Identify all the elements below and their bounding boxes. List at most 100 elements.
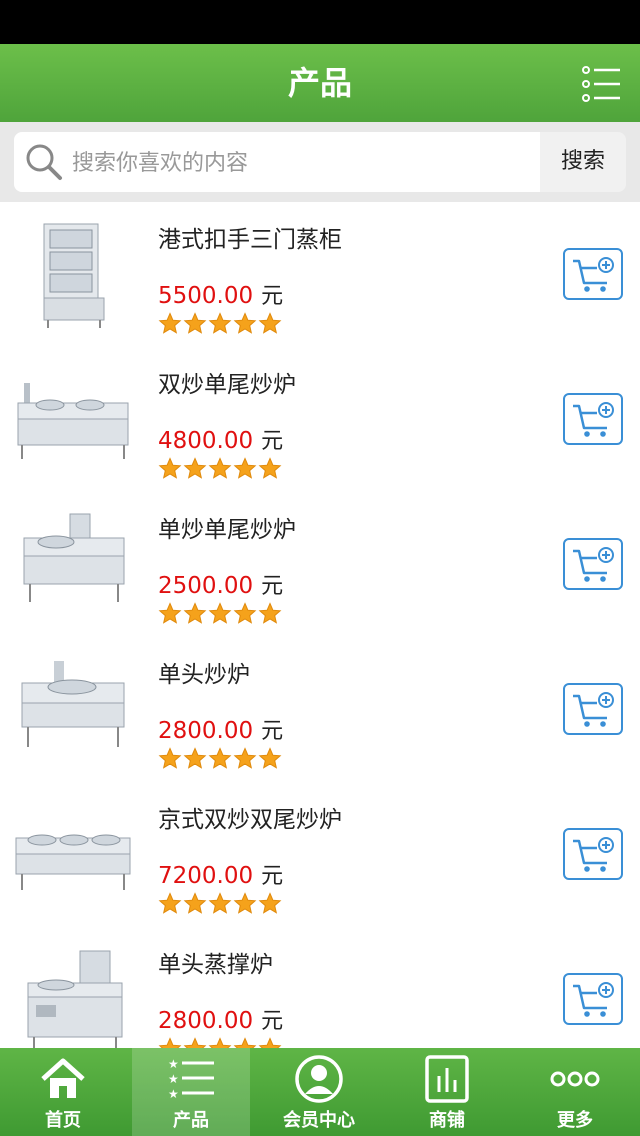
list-icon: ★ ★ ★ xyxy=(168,1057,214,1101)
product-name[interactable]: 港式扣手三门蒸柜 xyxy=(158,220,342,254)
product-item[interactable]: 港式扣手三门蒸柜 5500.00 元 xyxy=(0,202,640,349)
more-icon xyxy=(550,1071,600,1087)
star-rating xyxy=(158,747,283,771)
price-row: 4800.00 元 xyxy=(158,423,283,455)
star-icon xyxy=(233,457,257,479)
menu-button[interactable] xyxy=(582,64,622,104)
star-rating xyxy=(158,312,283,336)
star-icon xyxy=(183,602,207,624)
product-name[interactable]: 单头炒炉 xyxy=(158,655,250,689)
product-price: 5500.00 xyxy=(158,283,254,309)
star-icon xyxy=(258,892,282,914)
star-icon xyxy=(258,312,282,334)
product-name[interactable]: 双炒单尾炒炉 xyxy=(158,365,296,399)
tab-products[interactable]: ★ ★ ★ 产品 xyxy=(132,1048,250,1136)
star-icon xyxy=(158,602,182,624)
stove-image xyxy=(21,661,125,747)
bottom-tab-bar: 首页 ★ ★ ★ 产品 会员中心 商铺 更多 xyxy=(0,1048,640,1136)
star-icon xyxy=(208,602,232,624)
price-row: 5500.00 元 xyxy=(158,278,283,310)
stove-image xyxy=(27,950,123,1048)
search-input[interactable] xyxy=(70,132,534,194)
star-rating xyxy=(158,457,283,481)
price-unit: 元 xyxy=(261,429,284,454)
product-name[interactable]: 单头蒸撑炉 xyxy=(158,945,273,979)
search-box xyxy=(14,132,540,194)
star-icon xyxy=(183,457,207,479)
svg-text:★: ★ xyxy=(168,1072,179,1086)
star-icon xyxy=(208,457,232,479)
home-icon xyxy=(41,1058,85,1098)
shop-icon xyxy=(425,1055,469,1103)
star-icon xyxy=(158,457,182,479)
product-price: 2800.00 xyxy=(158,1008,254,1034)
product-price: 4800.00 xyxy=(158,428,254,454)
search-button[interactable]: 搜索 xyxy=(540,132,626,192)
tab-member-center[interactable]: 会员中心 xyxy=(260,1048,378,1136)
star-icon xyxy=(258,1037,282,1048)
star-icon xyxy=(208,892,232,914)
price-row: 7200.00 元 xyxy=(158,858,283,890)
add-to-cart-button[interactable] xyxy=(563,248,623,300)
tab-label: 首页 xyxy=(45,1110,81,1131)
search-icon xyxy=(26,144,62,180)
add-to-cart-button[interactable] xyxy=(563,393,623,445)
cart-add-icon xyxy=(563,973,623,1025)
stove-image xyxy=(17,383,129,459)
product-item[interactable]: 双炒单尾炒炉 4800.00 元 xyxy=(0,347,640,494)
price-row: 2800.00 元 xyxy=(158,1003,283,1035)
star-icon xyxy=(158,312,182,334)
app-header: 产品 xyxy=(0,44,640,122)
svg-text:★: ★ xyxy=(168,1087,179,1101)
add-to-cart-button[interactable] xyxy=(563,973,623,1025)
price-unit: 元 xyxy=(261,864,284,889)
star-icon xyxy=(208,312,232,334)
product-item[interactable]: 单头蒸撑炉 2800.00 元 xyxy=(0,927,640,1048)
tab-more[interactable]: 更多 xyxy=(516,1048,634,1136)
star-icon xyxy=(233,1037,257,1048)
product-item[interactable]: 单炒单尾炒炉 2500.00 元 xyxy=(0,492,640,639)
steam-cabinet-image xyxy=(43,223,105,328)
price-row: 2500.00 元 xyxy=(158,568,283,600)
add-to-cart-button[interactable] xyxy=(563,828,623,880)
add-to-cart-button[interactable] xyxy=(563,538,623,590)
price-unit: 元 xyxy=(261,1009,284,1034)
star-icon xyxy=(158,892,182,914)
cart-add-icon xyxy=(563,393,623,445)
product-price: 2800.00 xyxy=(158,718,254,744)
price-unit: 元 xyxy=(261,719,284,744)
tab-label: 商铺 xyxy=(429,1110,465,1131)
tab-shop[interactable]: 商铺 xyxy=(388,1048,506,1136)
star-icon xyxy=(183,747,207,769)
stove-image xyxy=(23,513,125,602)
add-to-cart-button[interactable] xyxy=(563,683,623,735)
list-menu-icon xyxy=(582,66,620,102)
tab-home[interactable]: 首页 xyxy=(4,1048,122,1136)
svg-text:★: ★ xyxy=(168,1057,179,1071)
price-unit: 元 xyxy=(261,284,284,309)
price-unit: 元 xyxy=(261,574,284,599)
star-icon xyxy=(183,892,207,914)
stove-image xyxy=(15,834,131,890)
star-icon xyxy=(233,312,257,334)
tab-label: 会员中心 xyxy=(283,1110,355,1131)
star-icon xyxy=(208,747,232,769)
star-icon xyxy=(158,747,182,769)
product-name[interactable]: 京式双炒双尾炒炉 xyxy=(158,800,342,834)
product-price: 7200.00 xyxy=(158,863,254,889)
star-icon xyxy=(183,1037,207,1048)
cart-add-icon xyxy=(563,828,623,880)
product-item[interactable]: 单头炒炉 2800.00 元 xyxy=(0,637,640,784)
status-bar xyxy=(0,0,640,44)
tab-label: 产品 xyxy=(173,1110,209,1131)
cart-add-icon xyxy=(563,248,623,300)
star-icon xyxy=(233,892,257,914)
star-icon xyxy=(158,1037,182,1048)
star-rating xyxy=(158,892,283,916)
product-list: 港式扣手三门蒸柜 5500.00 元 双炒单尾炒炉 4800.00 元 单炒单尾… xyxy=(0,202,640,1048)
search-bar: 搜索 xyxy=(0,122,640,202)
product-item[interactable]: 京式双炒双尾炒炉 7200.00 元 xyxy=(0,782,640,929)
member-icon xyxy=(295,1055,343,1103)
star-icon xyxy=(258,457,282,479)
product-name[interactable]: 单炒单尾炒炉 xyxy=(158,510,296,544)
